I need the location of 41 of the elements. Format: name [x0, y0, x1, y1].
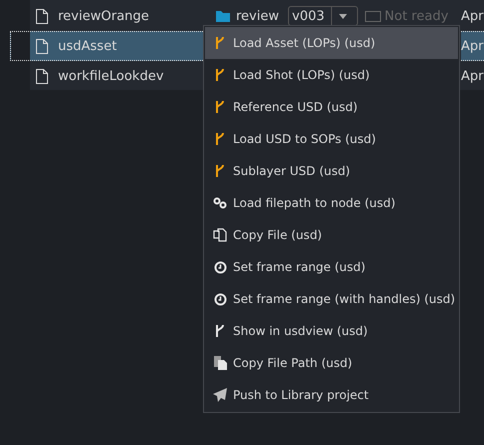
- file-name: workfileLookdev: [58, 68, 164, 84]
- date-cell-text: Apr: [461, 68, 484, 86]
- menu-item[interactable]: Load USD to SOPs (usd): [205, 123, 458, 155]
- status-text: Not ready: [384, 8, 448, 24]
- menu-item[interactable]: Set frame range (with handles) (usd): [205, 283, 458, 315]
- menu-item[interactable]: Sublayer USD (usd): [205, 155, 458, 187]
- fork-icon: [215, 132, 225, 146]
- fork-icon: [215, 164, 225, 178]
- folder-icon: [216, 10, 230, 22]
- date-cell: Apr: [461, 31, 484, 61]
- menu-item[interactable]: Show in usdview (usd): [205, 315, 458, 347]
- badge-icon: [364, 10, 381, 22]
- menu-item[interactable]: Load Asset (LOPs) (usd): [205, 27, 458, 59]
- table-row[interactable]: workfileLookdev: [10, 61, 203, 91]
- table-row[interactable]: usdAsset: [10, 31, 203, 61]
- menu-item[interactable]: Push to Library project: [205, 379, 458, 411]
- fork-icon: [215, 100, 225, 114]
- menu-item[interactable]: Set frame range (usd): [205, 251, 458, 283]
- menu-item[interactable]: Load Shot (LOPs) (usd): [205, 59, 458, 91]
- fork-icon: [215, 324, 225, 338]
- file-icon: [36, 8, 48, 24]
- menu-item[interactable]: Copy File (usd): [205, 219, 458, 251]
- file-icon: [36, 38, 48, 54]
- send-icon: [213, 388, 227, 402]
- caret-icon: [338, 14, 347, 18]
- fork-icon: [215, 36, 225, 50]
- clipboard-icon: [214, 356, 226, 370]
- task-name: review: [236, 8, 280, 24]
- menu-item[interactable]: Load filepath to node (usd): [205, 187, 458, 219]
- fork-icon: [215, 68, 225, 82]
- clock-icon: [214, 260, 226, 274]
- clock-icon: [214, 292, 226, 306]
- menu-item[interactable]: Reference USD (usd): [205, 91, 458, 123]
- menu-item[interactable]: Copy File Path (usd): [205, 347, 458, 379]
- file-name: reviewOrange: [58, 8, 150, 24]
- table-row[interactable]: reviewOrange: [10, 1, 203, 31]
- file-icon: [36, 68, 48, 84]
- link-icon: [213, 197, 227, 209]
- date-cell-text: Apr: [461, 8, 484, 26]
- copy-icon: [213, 228, 227, 242]
- file-name: usdAsset: [58, 38, 117, 54]
